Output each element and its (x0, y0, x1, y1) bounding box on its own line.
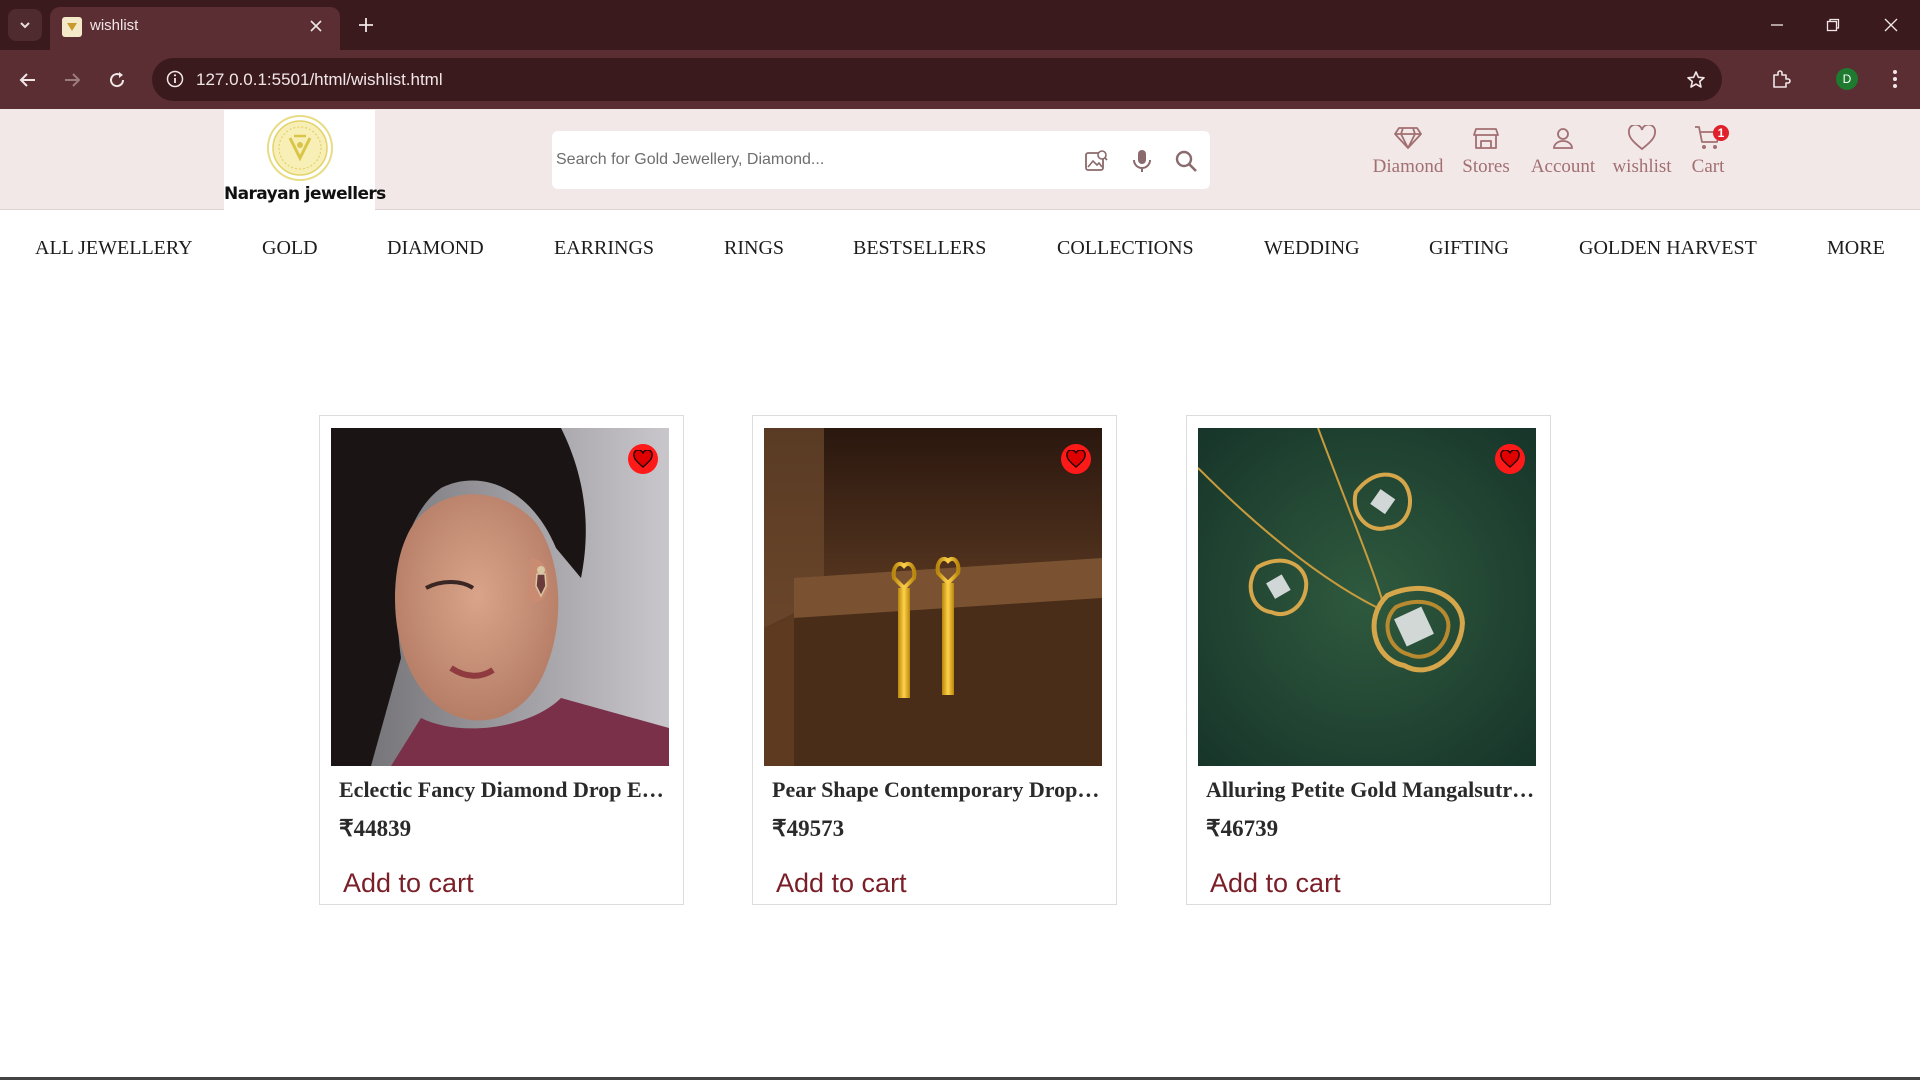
category-golden-harvest[interactable]: GOLDEN HARVEST (1579, 237, 1757, 260)
search-bar (552, 131, 1210, 189)
product-image[interactable] (764, 428, 1102, 766)
category-all-jewellery[interactable]: ALL JEWELLERY (35, 237, 193, 260)
remove-from-wishlist-button[interactable] (1061, 444, 1091, 474)
wishlist-card: Eclectic Fancy Diamond Drop Earrings ₹44… (319, 415, 684, 905)
header-link-account[interactable]: Account (1524, 123, 1602, 193)
address-bar[interactable]: 127.0.0.1:5501/html/wishlist.html (152, 58, 1722, 101)
image-search-icon[interactable] (1082, 147, 1110, 175)
wishlist-card: Alluring Petite Gold Mangalsutra Set ₹46… (1186, 415, 1551, 905)
site-header: Narayan jewellers Diamond Stores Account (0, 109, 1920, 210)
plus-icon (359, 18, 373, 32)
bookmark-star-icon[interactable] (1682, 66, 1710, 94)
back-button[interactable] (12, 64, 44, 96)
remove-from-wishlist-button[interactable] (1495, 444, 1525, 474)
category-more[interactable]: MORE (1827, 237, 1885, 260)
reload-icon (110, 72, 125, 88)
heart-filled-icon (633, 450, 653, 468)
header-link-label: Stores (1462, 156, 1510, 177)
store-icon (1471, 123, 1501, 153)
product-price: ₹49573 (772, 816, 845, 841)
add-to-cart-button[interactable]: Add to cart (776, 868, 907, 899)
heart-icon (1627, 123, 1657, 153)
add-to-cart-button[interactable]: Add to cart (343, 868, 474, 899)
browser-tab-active[interactable]: wishlist (50, 7, 340, 50)
puzzle-icon (1773, 70, 1791, 88)
search-input[interactable] (554, 131, 1074, 189)
tab-search-button[interactable] (8, 9, 42, 41)
new-tab-button[interactable] (352, 11, 380, 39)
chevron-down-icon (20, 22, 30, 29)
wishlist-card: Pear Shape Contemporary Drop Earrings ₹4… (752, 415, 1117, 905)
brand-name: Narayan jewellers (224, 184, 386, 204)
category-bestsellers[interactable]: BESTSELLERS (853, 237, 986, 260)
category-earrings[interactable]: EARRINGS (554, 237, 654, 260)
site-favicon-icon (62, 17, 82, 37)
remove-from-wishlist-button[interactable] (628, 444, 658, 474)
header-link-stores[interactable]: Stores (1458, 123, 1514, 193)
browser-toolbar: 127.0.0.1:5501/html/wishlist.html D (0, 50, 1920, 109)
extensions-button[interactable] (1766, 64, 1796, 94)
minimize-button[interactable] (1762, 10, 1792, 40)
account-icon (1548, 123, 1578, 153)
close-icon (1884, 18, 1898, 32)
header-link-diamond[interactable]: Diamond (1370, 123, 1446, 193)
forward-button[interactable] (56, 64, 88, 96)
category-gifting[interactable]: GIFTING (1429, 237, 1509, 260)
category-diamond[interactable]: DIAMOND (387, 237, 484, 260)
category-collections[interactable]: COLLECTIONS (1057, 237, 1194, 260)
profile-avatar[interactable]: D (1836, 68, 1858, 90)
product-title[interactable]: Pear Shape Contemporary Drop Earrings (772, 777, 1102, 803)
product-image[interactable] (1198, 428, 1536, 766)
address-bar-url: 127.0.0.1:5501/html/wishlist.html (196, 70, 443, 89)
microphone-icon[interactable] (1128, 147, 1156, 175)
restore-button[interactable] (1818, 10, 1848, 40)
search-icon[interactable] (1172, 147, 1200, 175)
tab-close-icon[interactable] (304, 14, 328, 38)
diamond-icon (1393, 123, 1423, 153)
cart-count-badge: 1 (1713, 125, 1729, 141)
restore-icon (1826, 18, 1840, 32)
browser-tab-bar: wishlist (0, 0, 1920, 50)
browser-menu-button[interactable] (1880, 64, 1910, 94)
header-link-label: wishlist (1612, 156, 1672, 177)
heart-filled-icon (1066, 450, 1086, 468)
category-gold[interactable]: GOLD (262, 237, 318, 260)
site-info-icon[interactable] (162, 66, 188, 92)
category-wedding[interactable]: WEDDING (1264, 237, 1360, 260)
header-link-cart[interactable]: Cart 1 (1686, 123, 1730, 193)
product-price: ₹44839 (339, 816, 412, 841)
arrow-right-icon (65, 73, 81, 87)
product-title[interactable]: Eclectic Fancy Diamond Drop Earrings (339, 777, 669, 803)
tab-title: wishlist (90, 17, 139, 34)
category-nav: ALL JEWELLERY GOLD DIAMOND EARRINGS RING… (0, 210, 1920, 290)
product-image[interactable] (331, 428, 669, 766)
header-link-label: Cart (1691, 156, 1725, 177)
header-link-wishlist[interactable]: wishlist (1608, 123, 1676, 193)
add-to-cart-button[interactable]: Add to cart (1210, 868, 1341, 899)
header-link-label: Account (1530, 156, 1596, 177)
category-rings[interactable]: RINGS (724, 237, 784, 260)
brand-logo[interactable]: Narayan jewellers (224, 110, 386, 210)
close-window-button[interactable] (1876, 10, 1906, 40)
product-title[interactable]: Alluring Petite Gold Mangalsutra Set (1206, 777, 1536, 803)
heart-filled-icon (1500, 450, 1520, 468)
arrow-left-icon (19, 73, 35, 87)
reload-button[interactable] (101, 64, 133, 96)
product-price: ₹46739 (1206, 816, 1279, 841)
header-link-label: Diamond (1372, 156, 1444, 177)
logo-emblem-icon (267, 115, 333, 181)
kebab-menu-icon (1893, 70, 1897, 88)
minimize-icon (1771, 24, 1783, 26)
